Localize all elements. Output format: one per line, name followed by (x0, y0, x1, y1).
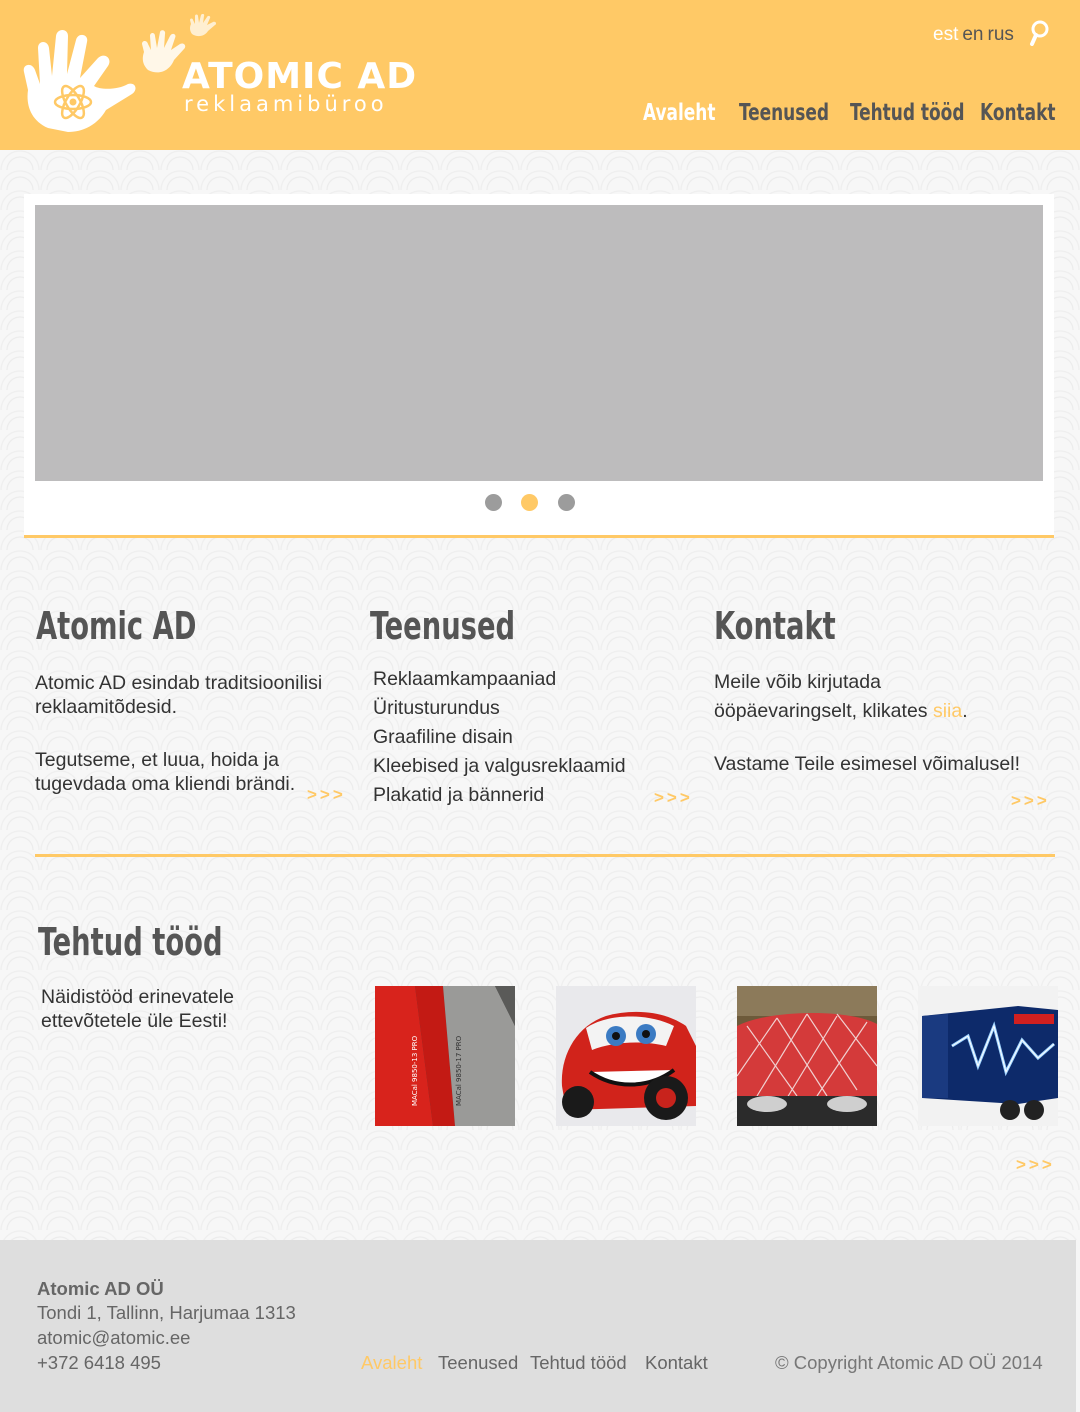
contact-line-1: Meile võib kirjutada (714, 671, 881, 693)
about-more-link[interactable]: >>> (307, 785, 346, 805)
footer-address: Tondi 1, Tallinn, Harjumaa 1313 (37, 1302, 296, 1323)
image-slider (24, 194, 1054, 538)
lang-est[interactable]: est (933, 24, 958, 45)
work-thumbnail-car[interactable] (556, 986, 696, 1126)
works-title: Tehtud tööd (38, 920, 223, 964)
footer-phone: +372 6418 495 (37, 1352, 161, 1373)
language-switcher: est en rus (933, 24, 1018, 46)
lang-en[interactable]: en (962, 24, 983, 45)
about-paragraph-1: Atomic AD esindab traditsioonilisi rekla… (35, 672, 323, 718)
contact-title: Kontakt (714, 604, 836, 648)
search-icon[interactable] (1028, 20, 1050, 46)
contact-line-2: ööpäevaringselt, klikates siia. (714, 697, 968, 726)
services-list: Reklaamkampaaniad Üritusturundus Graafil… (373, 665, 626, 810)
footer-email[interactable]: atomic@atomic.ee (37, 1327, 190, 1349)
about-title: Atomic AD (36, 604, 197, 648)
footer-nav-teenused[interactable]: Teenused (438, 1352, 518, 1374)
footer-company: Atomic AD OÜ (37, 1278, 164, 1299)
hood-image (737, 986, 877, 1126)
services-title: Teenused (370, 604, 516, 648)
nav-tehtud-tood[interactable]: Tehtud tööd (850, 100, 964, 126)
tiny-hand-icon (190, 14, 217, 37)
works-more-link[interactable]: >>> (1016, 1155, 1055, 1175)
work-thumbnail-panels[interactable]: MACal 9850-13 PRO MACal 9850-17 PRO (375, 986, 515, 1126)
brand-name[interactable]: ATOMIC AD (182, 56, 417, 97)
work-thumbnail-trailer[interactable] (918, 986, 1058, 1126)
footer-nav-tehtud-tood[interactable]: Tehtud tööd (530, 1352, 627, 1374)
service-item: Graafiline disain (373, 726, 513, 748)
slider-dot-1[interactable] (485, 494, 502, 511)
site-header: ATOMIC AD reklaamibüroo est en rus Avaleht… (0, 0, 1080, 150)
slide-image[interactable] (35, 205, 1043, 481)
service-item: Reklaamkampaaniad (373, 668, 557, 690)
section-divider (35, 854, 1055, 857)
service-item: Kleebised ja valgusreklaamid (373, 755, 626, 777)
panels-image: MACal 9850-13 PRO MACal 9850-17 PRO (375, 986, 515, 1126)
contact-line-2-text: ööpäevaringselt, klikates (714, 700, 933, 722)
nav-kontakt[interactable]: Kontakt (980, 100, 1056, 126)
nav-teenused[interactable]: Teenused (739, 100, 829, 126)
site-footer: Atomic AD OÜ Tondi 1, Tallinn, Harjumaa … (0, 1240, 1076, 1412)
car-image (556, 986, 696, 1126)
slider-dot-3[interactable] (558, 494, 575, 511)
contact-line-2-end: . (962, 700, 968, 722)
footer-nav-kontakt[interactable]: Kontakt (645, 1352, 708, 1374)
contact-more-link[interactable]: >>> (1011, 791, 1050, 811)
works-description: Näidistööd erinevatele ettevõtetele üle … (41, 986, 234, 1032)
panel-label-grey: MACal 9850-17 PRO (455, 1035, 463, 1106)
footer-copyright: © Copyright Atomic AD OÜ 2014 (775, 1352, 1043, 1373)
panel-label-red: MACal 9850-13 PRO (411, 1035, 419, 1106)
services-more-link[interactable]: >>> (654, 788, 693, 808)
main-nav: Avaleht Teenused Tehtud tööd Kontakt (0, 100, 1080, 134)
trailer-image (918, 986, 1058, 1126)
about-paragraph-2: Tegutseme, et luua, hoida ja tugevdada o… (35, 749, 296, 795)
service-item: Üritusturundus (373, 697, 500, 719)
contact-siia-link[interactable]: siia (933, 700, 962, 722)
contact-paragraph-2: Vastame Teile esimesel võimalusel! (714, 753, 1020, 775)
work-thumbnail-hood[interactable] (737, 986, 877, 1126)
lang-rus[interactable]: rus (988, 24, 1014, 45)
slider-dot-2[interactable] (521, 494, 538, 511)
footer-nav-avaleht[interactable]: Avaleht (361, 1352, 422, 1374)
nav-avaleht[interactable]: Avaleht (643, 100, 715, 126)
service-item: Plakatid ja bännerid (373, 784, 545, 806)
